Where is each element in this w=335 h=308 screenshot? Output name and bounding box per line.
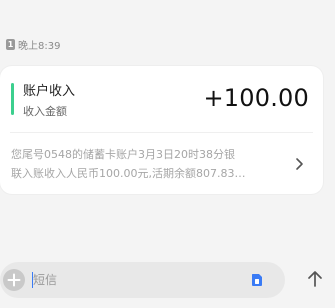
card-subtitle: 收入金额 [23, 105, 67, 118]
card-title: 账户收入 [23, 84, 76, 99]
plus-icon[interactable] [2, 268, 26, 292]
details-line-2: 联入账收入人民币100.00元,活期余额807.83… [11, 167, 246, 180]
message-composer [0, 262, 285, 298]
send-arrow-icon[interactable] [304, 268, 326, 290]
accent-bar [11, 83, 14, 115]
details-line-1: 您尾号0548的储蓄卡账户3月3日20时38分银 [11, 148, 235, 161]
timestamp-text: 晚上8:39 [18, 40, 61, 52]
message-timestamp: 1 晚上8:39 [6, 37, 61, 52]
chevron-right-icon[interactable] [292, 154, 306, 174]
amount-value: +100.00 [203, 84, 309, 112]
message-details: 您尾号0548的储蓄卡账户3月3日20时38分银 联入账收入人民币100.00元… [11, 145, 277, 183]
sim-card-icon[interactable] [250, 273, 264, 287]
bank-notification-card[interactable]: 账户收入 收入金额 +100.00 您尾号0548的储蓄卡账户3月3日20时38… [0, 66, 323, 194]
sms-input[interactable] [33, 262, 223, 298]
sim-slot-icon: 1 [6, 38, 15, 50]
card-divider [10, 132, 313, 133]
